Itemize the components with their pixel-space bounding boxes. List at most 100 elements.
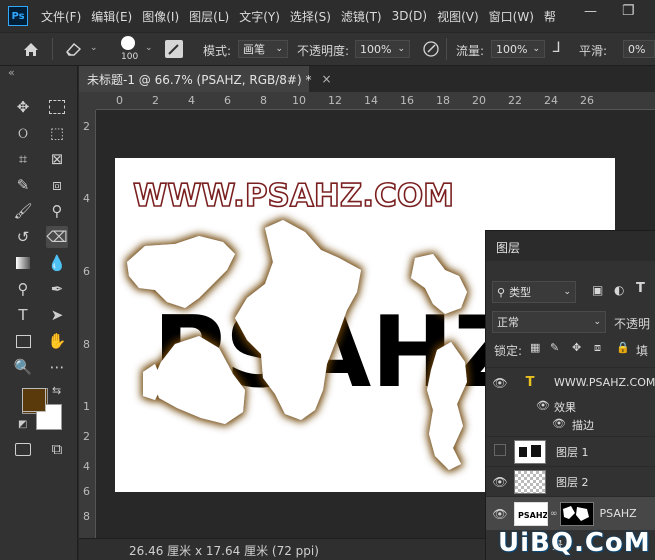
- chevron-down-icon: ⌄: [593, 317, 601, 327]
- canvas-url-text: WWW.PSAHZ.COM: [133, 178, 454, 214]
- hand-tool-icon[interactable]: ✋: [46, 330, 68, 352]
- restore-button[interactable]: ❐: [622, 3, 635, 19]
- healing-brush-tool-icon[interactable]: ⧈: [46, 174, 68, 196]
- crop-tool-icon[interactable]: ⌗: [12, 148, 34, 170]
- flow-input[interactable]: 100% ⌄: [491, 40, 545, 58]
- pressure-opacity-icon[interactable]: [422, 40, 440, 61]
- type-tool-icon[interactable]: T: [12, 304, 34, 326]
- document-tab[interactable]: 未标题-1 @ 66.7% (PSAHZ, RGB/8#) * ×: [79, 66, 332, 92]
- eye-icon[interactable]: 👁: [536, 399, 550, 412]
- menu-image[interactable]: 图像(I): [137, 8, 184, 25]
- lock-position-icon[interactable]: ✥: [572, 341, 581, 354]
- mode-select[interactable]: 画笔 ⌄: [238, 40, 288, 58]
- visibility-toggle-empty[interactable]: [486, 444, 514, 459]
- eye-icon[interactable]: 👁: [486, 507, 514, 521]
- rectangle-tool-icon[interactable]: [12, 330, 34, 352]
- screen-mode-icon[interactable]: ⧉: [46, 438, 68, 460]
- home-icon[interactable]: [18, 39, 44, 59]
- chevron-down-icon[interactable]: ⌄: [145, 43, 153, 53]
- effects-row[interactable]: 👁 效果: [486, 397, 655, 417]
- layer-thumbnail: PSAHZ: [514, 501, 549, 526]
- menu-layer[interactable]: 图层(L): [184, 8, 234, 25]
- layer-mask-thumbnail[interactable]: [559, 501, 594, 526]
- options-bar: ⌄ 100 ⌄ 模式: 画笔 ⌄ 不透明度: 100% ⌄ 流量: 100% ⌄…: [0, 32, 655, 66]
- lock-artboard-icon[interactable]: ⧈: [594, 341, 601, 355]
- document-tab-bar: 未标题-1 @ 66.7% (PSAHZ, RGB/8#) * ×: [79, 66, 655, 92]
- menu-bar: Ps 文件(F) 编辑(E) 图像(I) 图层(L) 文字(Y) 选择(S) 滤…: [0, 0, 655, 32]
- pen-tool-icon[interactable]: ✒: [46, 278, 68, 300]
- menu-filter[interactable]: 滤镜(T): [336, 8, 387, 25]
- link-icon[interactable]: ∞: [550, 509, 558, 519]
- brush-settings-icon[interactable]: [165, 40, 183, 58]
- foreground-color-chip[interactable]: [22, 388, 46, 412]
- eraser-tool-icon[interactable]: ⌫: [46, 226, 68, 248]
- layer-filter-select[interactable]: ⚲ 类型 ⌄: [492, 281, 576, 303]
- opacity-input[interactable]: 100% ⌄: [355, 40, 410, 58]
- brush-tool-icon[interactable]: 🖌: [12, 200, 34, 222]
- lock-all-icon[interactable]: 🔒: [616, 341, 630, 354]
- mode-value: 画笔: [243, 43, 265, 56]
- photoshop-logo[interactable]: Ps: [8, 6, 28, 26]
- flow-value: 100%: [496, 42, 528, 56]
- brush-tip-preview[interactable]: [121, 36, 135, 50]
- layers-panel-title[interactable]: 图层: [496, 239, 520, 256]
- eyedropper-tool-icon[interactable]: ✎: [12, 174, 34, 196]
- marquee-tool-icon[interactable]: [46, 96, 68, 118]
- eye-icon[interactable]: 👁: [486, 475, 514, 489]
- menu-3d[interactable]: 3D(D): [387, 9, 432, 23]
- ruler-tick-label: 8: [83, 510, 90, 523]
- layer-name: PSAHZ: [599, 507, 637, 520]
- eye-icon[interactable]: 👁: [552, 417, 566, 430]
- airbrush-icon[interactable]: ᒧ: [552, 40, 561, 56]
- collapse-panel-icon[interactable]: «: [8, 66, 15, 79]
- move-tool-icon[interactable]: ✥: [12, 96, 34, 118]
- stroke-effect-row[interactable]: 👁 描边: [486, 415, 655, 435]
- eye-icon[interactable]: 👁: [486, 376, 514, 390]
- filter-type-icon[interactable]: T: [636, 281, 645, 296]
- close-tab-icon[interactable]: ×: [321, 72, 331, 86]
- frame-tool-icon[interactable]: ⊠: [46, 148, 68, 170]
- gradient-tool-icon[interactable]: [12, 252, 34, 274]
- menu-file[interactable]: 文件(F): [36, 8, 86, 25]
- chevron-down-icon: ⌄: [397, 44, 405, 54]
- layer-row[interactable]: 图层 1: [486, 436, 655, 466]
- menu-edit[interactable]: 编辑(E): [86, 8, 137, 25]
- menu-view[interactable]: 视图(V): [432, 8, 484, 25]
- layer-row-selected[interactable]: 👁 PSAHZ ∞ PSAHZ: [486, 496, 655, 530]
- smoothing-input[interactable]: 0%: [623, 40, 655, 58]
- blend-mode-select[interactable]: 正常 ⌄: [492, 311, 606, 333]
- layers-panel: 图层 ⚲ 类型 ⌄ ▣ ◐ T 正常 ⌄ 不透明 锁定: ▦ ✎ ✥ ⧈ 🔒 填…: [485, 230, 655, 560]
- menu-window[interactable]: 窗口(W): [484, 8, 539, 25]
- layer-thumbnail: [514, 469, 546, 494]
- minimize-button[interactable]: —: [584, 4, 597, 19]
- layer-row[interactable]: 👁 图层 2: [486, 466, 655, 496]
- chevron-down-icon[interactable]: ⌄: [90, 43, 98, 53]
- ruler-tick-label: 8: [260, 94, 267, 107]
- menu-help[interactable]: 帮: [539, 8, 561, 25]
- object-select-tool-icon[interactable]: ⬚: [46, 122, 68, 144]
- menu-select[interactable]: 选择(S): [285, 8, 336, 25]
- eraser-preset-icon[interactable]: [64, 41, 84, 60]
- clone-stamp-tool-icon[interactable]: ⚲: [46, 200, 68, 222]
- zoom-tool-icon[interactable]: 🔍: [12, 356, 34, 378]
- blur-tool-icon[interactable]: 💧: [46, 252, 68, 274]
- lock-transparent-icon[interactable]: ▦: [530, 341, 540, 354]
- path-select-tool-icon[interactable]: ➤: [46, 304, 68, 326]
- menu-type[interactable]: 文字(Y): [234, 8, 285, 25]
- swap-colors-icon[interactable]: ⇆: [52, 384, 61, 397]
- dodge-tool-icon[interactable]: ⚲: [12, 278, 34, 300]
- quick-mask-icon[interactable]: [12, 438, 34, 460]
- filter-image-icon[interactable]: ▣: [592, 283, 603, 297]
- more-tools-icon[interactable]: ⋯: [46, 356, 68, 378]
- history-brush-tool-icon[interactable]: ↺: [12, 226, 34, 248]
- filter-adjustment-icon[interactable]: ◐: [614, 283, 624, 297]
- lasso-tool-icon[interactable]: ଠ: [12, 122, 34, 144]
- effects-label: 效果: [554, 401, 576, 414]
- default-colors-icon[interactable]: ◩: [18, 419, 27, 430]
- ruler-tick-label: 10: [292, 94, 306, 107]
- stroke-effect-label: 描边: [572, 419, 594, 432]
- ruler-tick-label: 16: [400, 94, 414, 107]
- lock-pixels-icon[interactable]: ✎: [550, 341, 559, 354]
- ruler-tick-label: 2: [83, 120, 90, 133]
- layer-row[interactable]: 👁 T WWW.PSAHZ.COM: [486, 367, 655, 397]
